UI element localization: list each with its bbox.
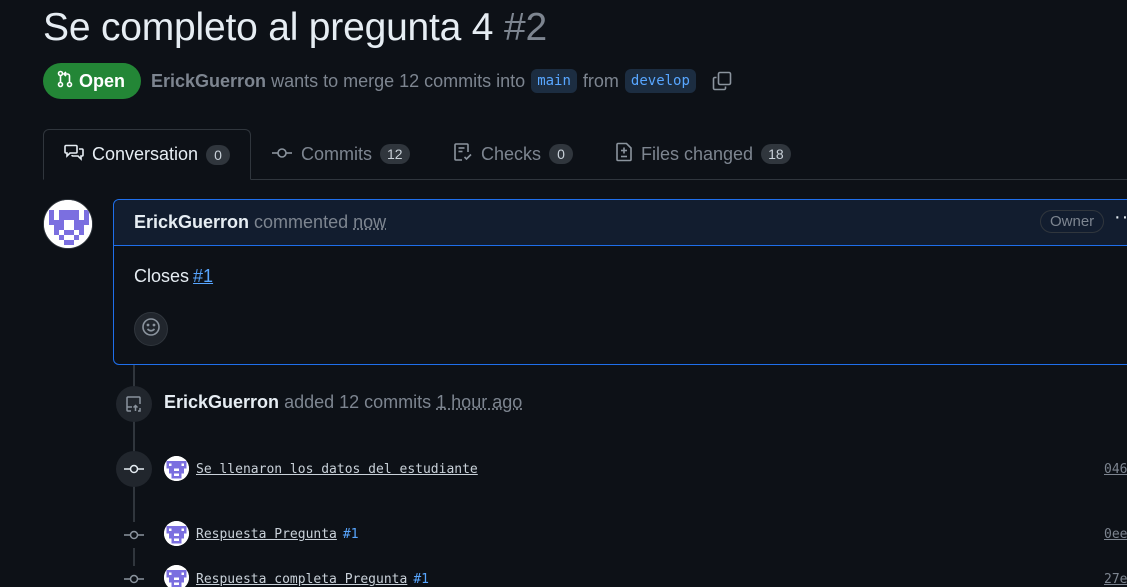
issue-reference-link[interactable]: #1 — [343, 527, 359, 542]
tab-counter: 12 — [380, 144, 410, 164]
commit-message-link[interactable]: Respuesta completa Pregunta — [196, 572, 407, 587]
from-text: from — [582, 70, 619, 91]
tab-checks[interactable]: Checks 0 — [433, 129, 593, 179]
tab-label: Conversation — [92, 144, 199, 164]
merge-text: wants to merge 12 commits into — [271, 70, 526, 91]
tab-counter: 0 — [549, 144, 574, 164]
commit-sha[interactable]: 046 — [1104, 462, 1127, 477]
tab-label: Files changed — [641, 143, 754, 164]
event-author-link[interactable]: ErickGuerron — [164, 392, 279, 412]
commit-icon — [116, 451, 152, 487]
smiley-icon — [141, 317, 161, 342]
git-pull-request-icon — [57, 70, 73, 93]
comment-timestamp[interactable]: now — [353, 212, 386, 233]
pr-author-link[interactable]: ErickGuerron — [151, 71, 266, 92]
merge-description: ErickGuerron wants to merge 12 commits i… — [151, 69, 732, 93]
tab-counter: 18 — [761, 144, 791, 164]
commit-message[interactable]: Respuesta completa Pregunta #1 — [196, 572, 429, 587]
commit-message-link[interactable]: Se llenaron los datos del estudiante — [196, 462, 478, 477]
pull-request-page: Se completo al pregunta 4 #2 Open ErickG… — [0, 0, 1127, 587]
tab-files-changed[interactable]: Files changed 18 — [595, 129, 811, 179]
commit-message[interactable]: Se llenaron los datos del estudiante — [196, 462, 478, 477]
commit-message[interactable]: Respuesta Pregunta #1 — [196, 527, 359, 542]
issue-reference-link[interactable]: #1 — [193, 266, 213, 286]
kebab-menu-icon[interactable]: ··· — [1114, 206, 1127, 229]
repo-push-icon — [116, 386, 152, 422]
checklist-icon — [453, 142, 473, 167]
commit-icon — [121, 566, 147, 587]
pr-tabs: Conversation 0 Commits 12 Checks 0 Files… — [43, 129, 1127, 180]
head-branch[interactable]: develop — [624, 69, 696, 93]
commit-sha[interactable]: 27e — [1104, 572, 1127, 587]
state-label: Open — [79, 70, 126, 91]
tab-label: Checks — [481, 143, 542, 164]
avatar[interactable] — [43, 199, 93, 249]
commit-icon — [271, 144, 293, 165]
event-action: added 12 commits — [284, 392, 432, 412]
pr-meta: Open ErickGuerron wants to merge 12 comm… — [43, 63, 732, 99]
copy-icon[interactable] — [712, 71, 732, 91]
comment-text: Closes — [134, 266, 190, 286]
comment-action: commented — [254, 212, 349, 232]
avatar[interactable] — [164, 565, 189, 587]
avatar[interactable] — [164, 456, 189, 481]
commit-message-link[interactable]: Respuesta Pregunta — [196, 527, 337, 542]
issue-reference-link[interactable]: #1 — [413, 572, 429, 587]
tab-label: Commits — [301, 143, 372, 164]
conversation-icon — [64, 143, 84, 166]
pr-number: #2 — [503, 6, 547, 49]
tab-counter: 0 — [206, 144, 231, 165]
avatar[interactable] — [164, 521, 189, 546]
comment-body: Closes #1 — [114, 246, 1127, 307]
owner-badge: Owner — [1040, 210, 1105, 233]
event-timestamp[interactable]: 1 hour ago — [436, 392, 522, 412]
commit-sha[interactable]: 0ee — [1104, 527, 1127, 542]
add-reaction-button[interactable] — [134, 312, 168, 346]
pr-title: Se completo al pregunta 4 — [43, 6, 494, 49]
comment-card: ErickGuerron commented now Owner ··· Clo… — [113, 199, 1127, 365]
comment-author-link[interactable]: ErickGuerron — [134, 212, 249, 233]
commits-added-event: ErickGuerron added 12 commits 1 hour ago — [164, 392, 522, 413]
tab-conversation[interactable]: Conversation 0 — [43, 129, 251, 180]
comment-header: ErickGuerron commented now Owner ··· — [114, 200, 1127, 246]
tab-commits[interactable]: Commits 12 — [251, 129, 430, 179]
base-branch[interactable]: main — [531, 69, 577, 93]
page-title: Se completo al pregunta 4 #2 — [43, 6, 547, 50]
file-diff-icon — [615, 142, 633, 167]
state-badge: Open — [43, 63, 142, 99]
commit-icon — [121, 522, 147, 548]
